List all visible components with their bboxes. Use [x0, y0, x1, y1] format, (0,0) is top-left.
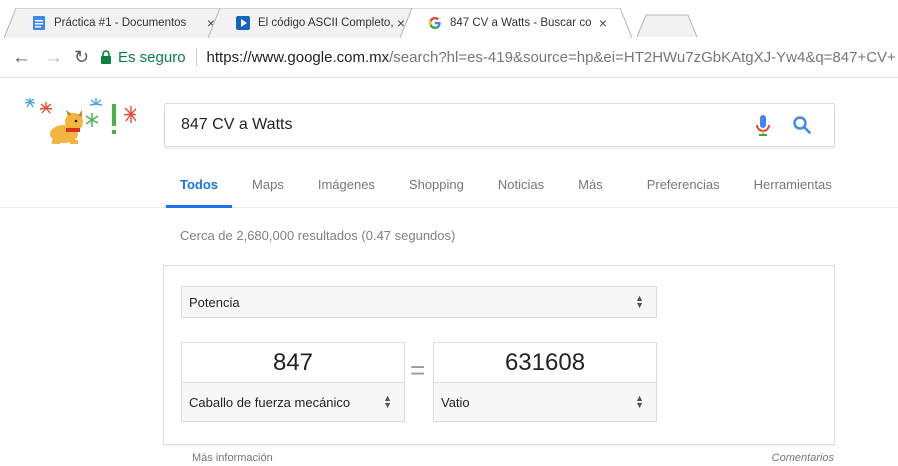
- tab-title: El código ASCII Completo,: [258, 17, 394, 29]
- google-header: Todos Maps Imágenes Shopping Noticias Má…: [0, 78, 898, 208]
- secure-label: Es seguro: [118, 48, 186, 66]
- docs-icon: [32, 16, 46, 30]
- to-unit-select[interactable]: Vatio ▲ ▼: [433, 382, 657, 422]
- play-icon: [236, 16, 250, 30]
- tab-noticias[interactable]: Noticias: [498, 177, 544, 208]
- search-input[interactable]: [181, 116, 741, 134]
- reload-icon[interactable]: ↻: [74, 47, 89, 68]
- address-bar[interactable]: Es seguro https://www.google.com.mx/sear…: [100, 43, 898, 71]
- url-path: /search?hl=es-419&source=hp&ei=HT2HWu7zG…: [389, 48, 896, 66]
- browser-tab-practica[interactable]: Práctica #1 - Documentos ×: [4, 8, 240, 38]
- google-g-icon: [428, 16, 442, 30]
- select-arrows-icon: ▲ ▼: [635, 293, 644, 310]
- search-nav-tabs: Todos Maps Imágenes Shopping Noticias Má…: [165, 177, 866, 208]
- secure-indicator[interactable]: Es seguro: [100, 49, 186, 66]
- back-arrow-icon[interactable]: ←: [12, 47, 31, 69]
- to-unit-value: Vatio: [441, 394, 470, 410]
- to-value-input[interactable]: 631608: [433, 342, 657, 382]
- tab-mas[interactable]: Más: [578, 177, 603, 208]
- tab-todos[interactable]: Todos: [165, 177, 233, 208]
- browser-toolbar: ← → ↻ Es seguro https://www.google.com.m…: [0, 38, 898, 78]
- tab-title: Práctica #1 - Documentos: [54, 17, 187, 29]
- from-unit-select[interactable]: Caballo de fuerza mecánico ▲ ▼: [181, 382, 405, 422]
- tab-herramientas[interactable]: Herramientas: [754, 177, 832, 208]
- equals-sign: =: [410, 355, 426, 385]
- tab-imagenes[interactable]: Imágenes: [318, 177, 375, 208]
- google-doodle-logo[interactable]: [16, 96, 136, 146]
- category-select[interactable]: Potencia ▲ ▼: [181, 286, 657, 318]
- browser-tab-ascii[interactable]: El código ASCII Completo, ×: [208, 8, 430, 38]
- browser-tab-strip: Práctica #1 - Documentos × El código ASC…: [0, 0, 898, 38]
- tab-shopping[interactable]: Shopping: [409, 177, 464, 208]
- result-stats: Cerca de 2,680,000 resultados (0.47 segu…: [180, 228, 456, 243]
- tab-maps[interactable]: Maps: [252, 177, 284, 208]
- close-icon[interactable]: ×: [596, 15, 610, 31]
- search-icon[interactable]: [792, 115, 812, 135]
- microphone-icon[interactable]: [756, 115, 770, 137]
- feedback-link[interactable]: Comentarios: [772, 452, 834, 464]
- select-arrows-icon: ▲ ▼: [635, 393, 644, 410]
- tab-preferencias[interactable]: Preferencias: [647, 177, 720, 208]
- browser-tab-active[interactable]: 847 CV a Watts - Buscar co ×: [400, 8, 632, 38]
- lock-icon: [101, 50, 111, 64]
- more-info-link[interactable]: Más información: [192, 452, 273, 464]
- category-value: Potencia: [189, 294, 240, 310]
- url-host: https://www.google.com.mx: [206, 48, 390, 66]
- new-tab-button[interactable]: [636, 14, 698, 38]
- from-unit-value: Caballo de fuerza mecánico: [189, 394, 351, 410]
- from-value-input[interactable]: 847: [181, 342, 405, 382]
- omnibox-divider: [195, 48, 197, 66]
- select-arrows-icon: ▲ ▼: [383, 393, 392, 410]
- tab-title: 847 CV a Watts - Buscar co: [450, 17, 592, 29]
- search-box[interactable]: [164, 103, 835, 147]
- forward-arrow-icon[interactable]: →: [44, 47, 63, 69]
